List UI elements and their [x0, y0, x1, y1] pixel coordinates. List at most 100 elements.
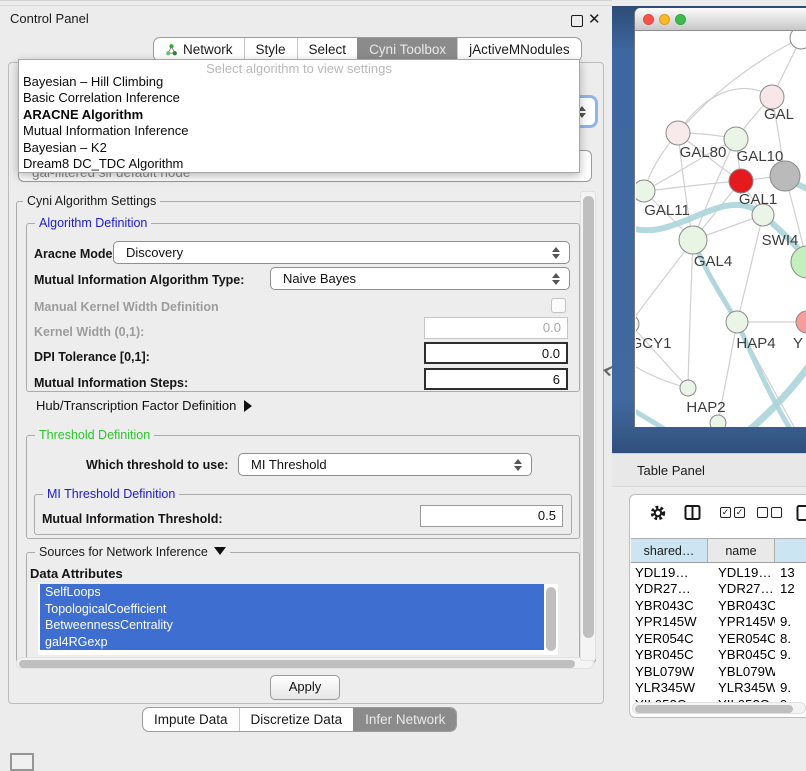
- which-threshold-combobox[interactable]: MI Threshold: [238, 453, 532, 476]
- tab-jactivemnodules[interactable]: jActiveMNodules: [457, 38, 581, 61]
- network-node[interactable]: [796, 311, 806, 333]
- tab-select[interactable]: Select: [297, 38, 358, 61]
- network-edge[interactable]: [636, 324, 688, 388]
- table-cell[interactable]: YBL079W: [708, 664, 775, 679]
- unchecked-checkbox-icon[interactable]: [771, 507, 782, 518]
- table-row[interactable]: YLR345WYLR345W9.: [631, 680, 806, 697]
- table-cell[interactable]: 12: [775, 581, 806, 596]
- table-cell[interactable]: YPR145W: [708, 614, 775, 629]
- tab-cyni-toolbox[interactable]: Cyni Toolbox: [357, 38, 457, 61]
- algorithm-option-dream8-dc-tdc-algorithm[interactable]: Dream8 DC_TDC Algorithm: [19, 156, 579, 172]
- table-cell[interactable]: 9.: [775, 680, 806, 695]
- attribute-item-betweennesscentrality[interactable]: BetweennessCentrality: [40, 617, 544, 634]
- table-row[interactable]: YBL079WYBL079W: [631, 663, 806, 680]
- table-cell[interactable]: YER054C: [708, 631, 775, 646]
- attribute-item-selfloops[interactable]: SelfLoops: [40, 584, 544, 601]
- network-edge[interactable]: [636, 361, 688, 388]
- network-node[interactable]: [710, 415, 726, 427]
- algorithm-option-bayesian-hill-climbing[interactable]: Bayesian – Hill Climbing: [19, 74, 579, 90]
- network-canvas[interactable]: GALGAL80GAL10GAL1GAL11SWI4GAL4GCY1HAP4YH…: [636, 31, 806, 427]
- window-minimize-icon[interactable]: [659, 14, 670, 25]
- table-cell[interactable]: YDR27…: [631, 581, 708, 596]
- tab-discretize-data[interactable]: Discretize Data: [239, 708, 354, 731]
- tab-impute-data[interactable]: Impute Data: [143, 708, 239, 731]
- tab-infer-network[interactable]: Infer Network: [353, 708, 456, 731]
- column-header-shared[interactable]: shared…: [631, 539, 708, 562]
- unchecked-checkbox-icon[interactable]: [757, 507, 768, 518]
- network-node[interactable]: [679, 226, 707, 254]
- mi-steps-field[interactable]: 6: [424, 368, 568, 390]
- network-window-titlebar[interactable]: [635, 8, 806, 31]
- network-node[interactable]: [729, 169, 753, 193]
- aracne-mode-combobox[interactable]: Discovery: [113, 241, 570, 264]
- network-edge[interactable]: [737, 215, 763, 322]
- table-cell[interactable]: YPR145W: [631, 614, 708, 629]
- algorithm-option-bayesian-k2[interactable]: Bayesian – K2: [19, 140, 579, 156]
- network-view-window[interactable]: GALGAL80GAL10GAL1GAL11SWI4GAL4GCY1HAP4YH…: [634, 8, 806, 427]
- algorithm-option-mutual-information-inference[interactable]: Mutual Information Inference: [19, 123, 579, 139]
- dock-grip-icon[interactable]: [10, 753, 34, 771]
- table-row[interactable]: YDL19…YDL19…13: [631, 564, 806, 581]
- attribute-item-gal4rgexp[interactable]: gal4RGexp: [40, 634, 544, 651]
- network-node[interactable]: [726, 311, 748, 333]
- mi-algorithm-type-combobox[interactable]: Naive Bayes: [270, 267, 570, 290]
- table-cell[interactable]: YDL19…: [708, 565, 775, 580]
- table-cell[interactable]: YLR345W: [631, 680, 708, 695]
- table-cell[interactable]: YBL079W: [631, 664, 708, 679]
- network-edge-highlighted[interactable]: [636, 405, 664, 427]
- tab-network[interactable]: Network: [154, 38, 244, 61]
- column-header-2[interactable]: [775, 539, 806, 562]
- checked-checkbox-icon[interactable]: ✓: [720, 507, 731, 518]
- table-row[interactable]: YER054CYER054C8.: [631, 630, 806, 647]
- split-view-icon[interactable]: [684, 504, 701, 521]
- table-cell[interactable]: YDL19…: [631, 565, 708, 580]
- checked-checkbox-icon[interactable]: ✓: [734, 507, 745, 518]
- table-cell[interactable]: 13: [775, 565, 806, 580]
- sources-disclosure[interactable]: Sources for Network Inference: [35, 545, 230, 559]
- network-edge[interactable]: [688, 240, 693, 388]
- attribute-item-topologicalcoefficient[interactable]: TopologicalCoefficient: [40, 601, 544, 618]
- data-attributes-list[interactable]: SelfLoopsTopologicalCoefficientBetweenne…: [38, 584, 558, 655]
- network-node[interactable]: [636, 180, 655, 202]
- close-icon[interactable]: ✕: [588, 10, 601, 28]
- gear-icon[interactable]: [649, 504, 667, 522]
- hub-definition-disclosure[interactable]: Hub/Transcription Factor Definition: [36, 398, 252, 413]
- table-cell[interactable]: YLR345W: [708, 680, 775, 695]
- algorithm-option-basic-correlation-inference[interactable]: Basic Correlation Inference: [19, 90, 579, 106]
- table-row[interactable]: YBR043CYBR043C: [631, 597, 806, 614]
- vertical-scrollbar-thumb[interactable]: [583, 196, 594, 638]
- table-cell[interactable]: 9.: [775, 614, 806, 629]
- network-node[interactable]: [791, 246, 806, 278]
- table-cell[interactable]: YBR043C: [631, 598, 708, 613]
- table-row[interactable]: YBR045CYBR045C9.: [631, 647, 806, 664]
- panel-icon[interactable]: [796, 504, 806, 522]
- table-cell[interactable]: YER054C: [631, 631, 708, 646]
- network-edge[interactable]: [678, 89, 772, 133]
- table-row[interactable]: YDR27…YDR27…12: [631, 581, 806, 598]
- dpi-tolerance-field[interactable]: 0.0: [424, 342, 568, 364]
- window-zoom-icon[interactable]: [675, 14, 686, 25]
- table-cell[interactable]: 9.: [775, 647, 806, 662]
- table-hscrollbar-thumb[interactable]: [635, 705, 793, 713]
- table-cell[interactable]: YBR045C: [708, 647, 775, 662]
- float-window-icon[interactable]: [571, 15, 583, 27]
- attribute-list-scrollbar[interactable]: [546, 587, 556, 651]
- network-node[interactable]: [680, 380, 696, 396]
- tab-style[interactable]: Style: [244, 38, 297, 61]
- table-cell[interactable]: YBR043C: [708, 598, 775, 613]
- window-close-icon[interactable]: [643, 14, 654, 25]
- table-row[interactable]: YPR145WYPR145W9.: [631, 614, 806, 631]
- network-node[interactable]: [636, 315, 639, 333]
- table-cell[interactable]: 8.: [775, 631, 806, 646]
- table-cell[interactable]: YBR045C: [631, 647, 708, 662]
- horizontal-scrollbar-thumb[interactable]: [19, 660, 575, 668]
- network-node[interactable]: [666, 121, 690, 145]
- network-edge[interactable]: [636, 240, 693, 324]
- network-node[interactable]: [770, 161, 800, 191]
- algorithm-option-aracne-algorithm[interactable]: ARACNE Algorithm: [19, 107, 579, 123]
- vertical-scrollbar-track[interactable]: [580, 191, 596, 661]
- network-node[interactable]: [790, 31, 806, 49]
- column-header-name[interactable]: name: [708, 539, 775, 562]
- table-cell[interactable]: YDR27…: [708, 581, 775, 596]
- table-hscrollbar-track[interactable]: [632, 702, 806, 714]
